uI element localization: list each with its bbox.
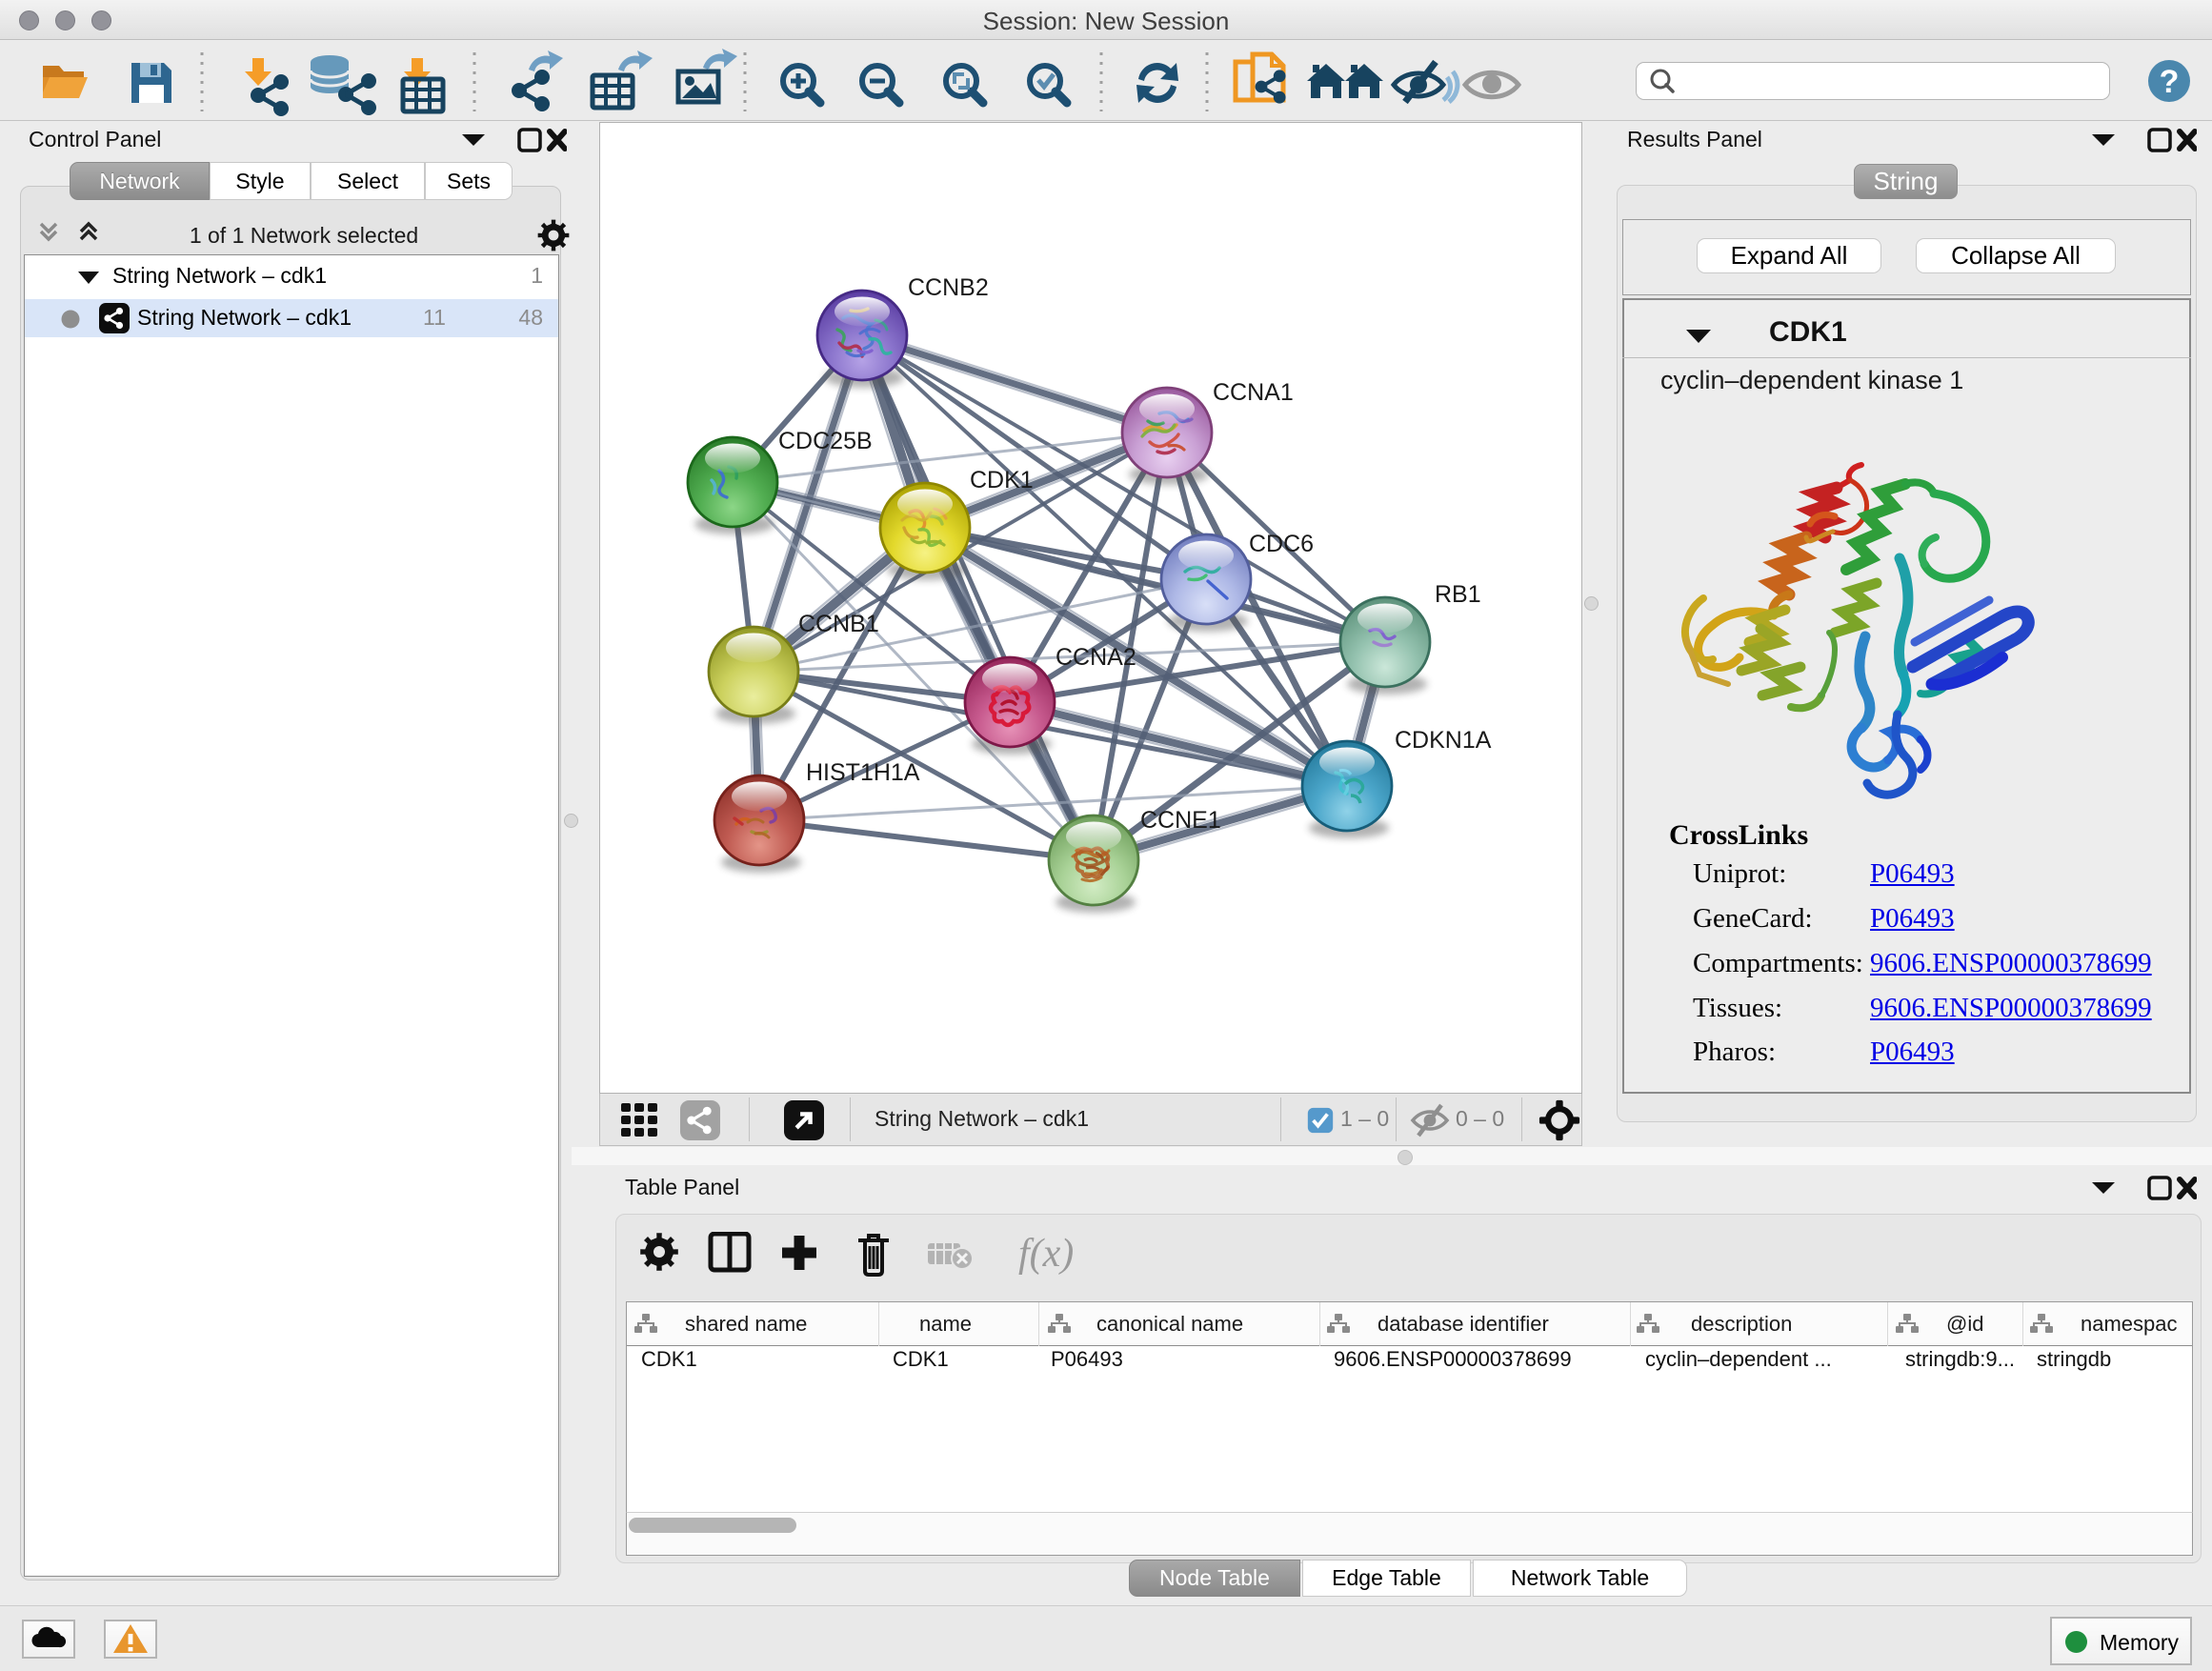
svg-text:CDC25B: CDC25B <box>778 428 873 454</box>
svg-text:CCNA2: CCNA2 <box>1056 644 1136 671</box>
svg-text:RB1: RB1 <box>1435 581 1481 608</box>
svg-text:CDC6: CDC6 <box>1249 531 1314 557</box>
svg-text:CCNE1: CCNE1 <box>1140 807 1221 834</box>
svg-text:HIST1H1A: HIST1H1A <box>806 759 920 786</box>
svg-text:CDK1: CDK1 <box>970 467 1034 493</box>
svg-text:CCNB2: CCNB2 <box>908 274 989 301</box>
svg-text:CDKN1A: CDKN1A <box>1395 727 1492 754</box>
svg-text:CCNB1: CCNB1 <box>798 611 879 637</box>
svg-text:?: ? <box>2160 64 2180 100</box>
svg-text:f(x): f(x) <box>1018 1232 1074 1276</box>
svg-text:CCNA1: CCNA1 <box>1213 379 1294 406</box>
